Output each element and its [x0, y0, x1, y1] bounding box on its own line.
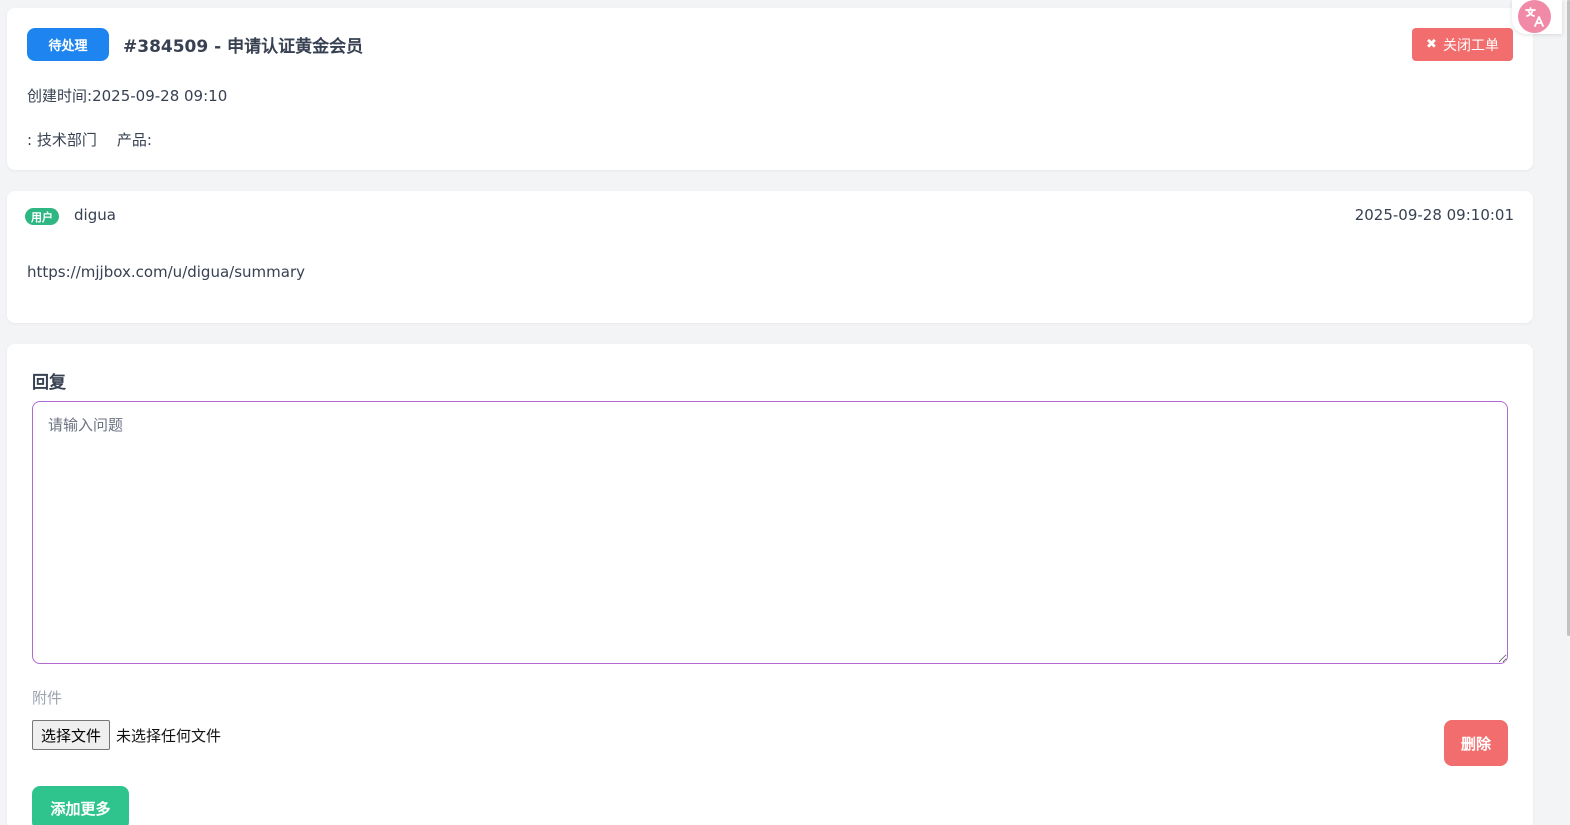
product-label: 产品:: [116, 131, 152, 149]
ticket-header-card: 待处理 #384509 - 申请认证黄金会员 ✖ 关闭工单 创建时间:2025-…: [7, 8, 1533, 170]
ticket-title: #384509 - 申请认证黄金会员: [123, 37, 364, 57]
file-input-row: 选择文件 未选择任何文件: [32, 720, 221, 750]
close-icon: ✖: [1426, 37, 1437, 52]
created-value: 2025-09-28 09:10: [92, 87, 228, 105]
department-label: :: [27, 131, 33, 149]
translate-widget[interactable]: [1512, 0, 1562, 34]
translate-icon[interactable]: [1518, 0, 1551, 33]
created-time: 创建时间:2025-09-28 09:10: [27, 85, 227, 106]
role-badge: 用户: [25, 208, 59, 225]
message-content: https://mjjbox.com/u/digua/summary: [27, 263, 305, 281]
status-badge: 待处理: [27, 28, 109, 61]
reply-heading: 回复: [32, 373, 66, 393]
file-status: 未选择任何文件: [116, 726, 222, 745]
attachment-label: 附件: [32, 689, 63, 707]
reply-card: 回复 附件 选择文件 未选择任何文件 删除 添加更多: [7, 344, 1533, 825]
product-info: 产品:: [117, 129, 152, 150]
ticket-meta: : 技术部门 产品:: [27, 129, 152, 150]
choose-file-button[interactable]: 选择文件: [32, 720, 111, 750]
message-card: 用户 digua 2025-09-28 09:10:01 https://mjj…: [7, 191, 1533, 323]
message-username: digua: [74, 206, 116, 224]
add-more-button[interactable]: 添加更多: [32, 786, 129, 825]
reply-textarea[interactable]: [32, 401, 1508, 664]
delete-attachment-button[interactable]: 删除: [1444, 720, 1508, 766]
ticket-detail-page: 待处理 #384509 - 申请认证黄金会员 ✖ 关闭工单 创建时间:2025-…: [0, 0, 1570, 825]
close-ticket-button[interactable]: ✖ 关闭工单: [1412, 28, 1513, 61]
message-timestamp: 2025-09-28 09:10:01: [1354, 206, 1514, 224]
created-label: 创建时间:: [27, 87, 93, 105]
department-info: : 技术部门: [27, 129, 97, 150]
department-value: 技术部门: [36, 131, 97, 149]
close-ticket-label: 关闭工单: [1442, 37, 1499, 54]
translate-glyph: [1524, 6, 1544, 27]
